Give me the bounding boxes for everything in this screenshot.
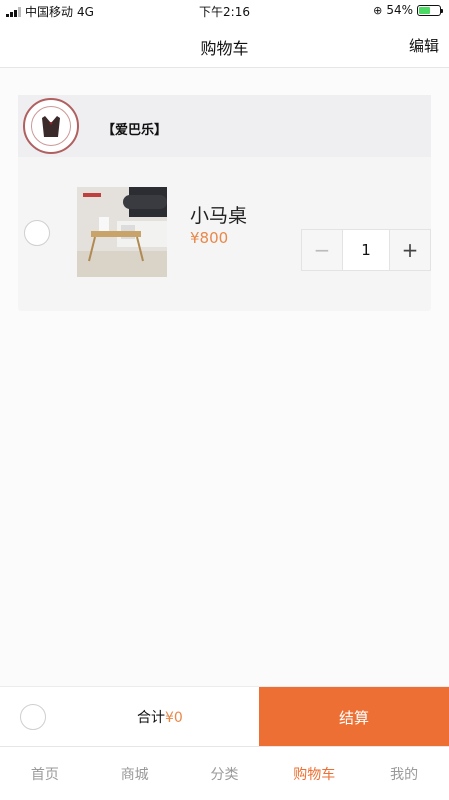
total-summary: 合计¥0 bbox=[137, 707, 183, 727]
product-image[interactable] bbox=[77, 187, 167, 277]
status-right: ⊕ 54% bbox=[373, 3, 443, 17]
checkout-button[interactable]: 结算 bbox=[259, 687, 449, 747]
increase-button[interactable]: + bbox=[389, 230, 430, 270]
tab-cart[interactable]: 购物车 bbox=[269, 747, 359, 800]
product-photo bbox=[77, 187, 167, 277]
shop-header: 【爱巴乐】 bbox=[18, 95, 431, 157]
tab-bar: 首页 商城 分类 购物车 我的 bbox=[0, 746, 449, 800]
decrease-button[interactable]: − bbox=[302, 230, 343, 270]
shop-card: 【爱巴乐】 小马桌 ¥800 − 1 + bbox=[18, 95, 431, 311]
tab-category[interactable]: 分类 bbox=[180, 747, 270, 800]
cart-item: 小马桌 ¥800 − 1 + bbox=[18, 157, 431, 311]
page-title: 购物车 bbox=[200, 39, 249, 58]
checkout-bar: 合计¥0 结算 bbox=[0, 686, 449, 747]
shop-logo bbox=[23, 98, 79, 154]
total-label: 合计 bbox=[137, 710, 165, 726]
quantity-input[interactable]: 1 bbox=[343, 230, 389, 270]
battery-icon bbox=[417, 4, 443, 16]
product-name[interactable]: 小马桌 bbox=[190, 201, 247, 228]
tab-mine[interactable]: 我的 bbox=[359, 747, 449, 800]
tab-home[interactable]: 首页 bbox=[0, 747, 90, 800]
nav-bar: 购物车 编辑 bbox=[0, 22, 449, 68]
battery-percent: 54% bbox=[386, 3, 413, 17]
quantity-stepper: − 1 + bbox=[301, 229, 431, 271]
tab-mall[interactable]: 商城 bbox=[90, 747, 180, 800]
status-bar: 中国移动 4G 下午2:16 ⊕ 54% bbox=[0, 0, 449, 22]
rotation-lock-icon: ⊕ bbox=[373, 3, 383, 17]
select-all-radio[interactable] bbox=[20, 704, 46, 730]
shop-name[interactable]: 【爱巴乐】 bbox=[102, 119, 167, 138]
tuxedo-icon bbox=[42, 116, 60, 137]
item-select-radio[interactable] bbox=[24, 220, 50, 246]
total-amount: ¥0 bbox=[165, 710, 183, 726]
cart-screen: 中国移动 4G 下午2:16 ⊕ 54% 购物车 编辑 【爱巴乐】 小马桌 ¥8… bbox=[0, 0, 449, 800]
product-price: ¥800 bbox=[190, 229, 229, 247]
edit-button[interactable]: 编辑 bbox=[409, 35, 439, 56]
